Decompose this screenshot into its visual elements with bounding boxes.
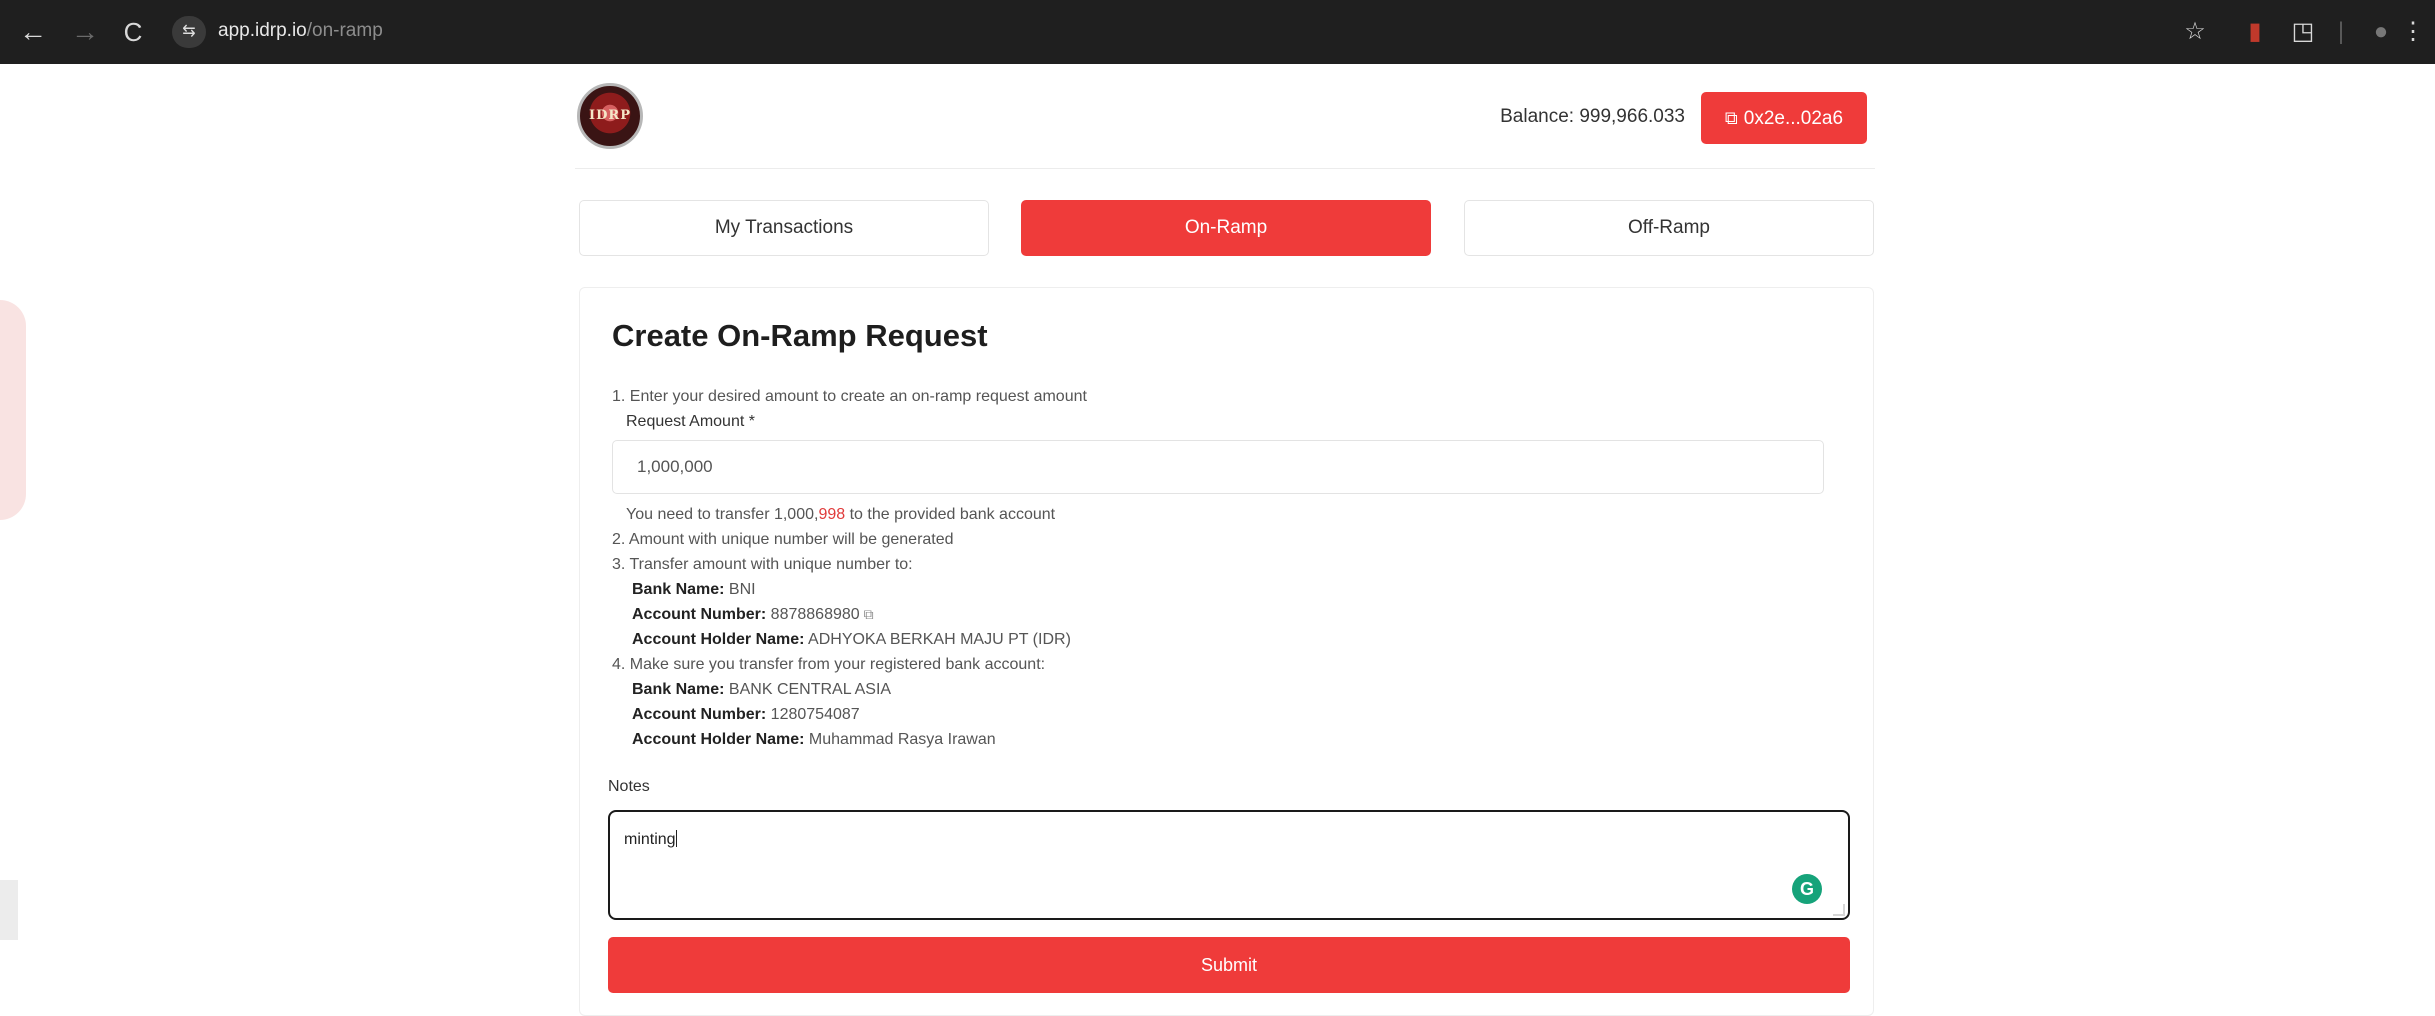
profile-icon[interactable]: ● bbox=[2366, 12, 2396, 52]
src-bank-value: BANK CENTRAL ASIA bbox=[724, 681, 892, 698]
toolbar-divider: | bbox=[2337, 18, 2345, 45]
page-title: Create On-Ramp Request bbox=[612, 318, 988, 353]
dest-account-value: 8878868980 bbox=[766, 606, 860, 623]
transfer-note-prefix: You need to transfer 1,000, bbox=[626, 506, 819, 523]
unique-number: 998 bbox=[818, 506, 846, 523]
address-bar[interactable]: ⇆ app.idrp.io/on-ramp bbox=[172, 14, 2172, 50]
dest-bank-label: Bank Name: bbox=[632, 581, 725, 598]
dest-account-holder: Account Holder Name: ADHYOKA BERKAH MAJU… bbox=[632, 631, 1071, 649]
resize-handle-icon[interactable] bbox=[1833, 904, 1845, 916]
step-1-text: 1. Enter your desired amount to create a… bbox=[612, 388, 1087, 405]
notes-value: minting bbox=[624, 831, 676, 848]
dest-bank-name: Bank Name: BNI bbox=[632, 581, 756, 599]
menu-icon[interactable]: ⋮ bbox=[2400, 12, 2426, 52]
balance-label: Balance: 999,966.033 bbox=[1500, 106, 1685, 127]
dest-account-label: Account Number: bbox=[632, 606, 767, 623]
copy-icon[interactable]: ⧉ bbox=[864, 606, 874, 622]
src-holder-label: Account Holder Name: bbox=[632, 731, 805, 748]
src-holder-value: Muhammad Rasya Irawan bbox=[804, 731, 996, 748]
dest-holder-label: Account Holder Name: bbox=[632, 631, 805, 648]
notes-label: Notes bbox=[608, 778, 650, 795]
wallet-address: 0x2e...02a6 bbox=[1743, 108, 1844, 129]
request-amount-label: Request Amount * bbox=[626, 413, 755, 430]
browser-toolbar: ← → C ⇆ app.idrp.io/on-ramp ☆ ▮ ◳ | ● ⋮ bbox=[0, 0, 2435, 64]
forward-icon[interactable]: → bbox=[70, 12, 100, 52]
back-icon[interactable]: ← bbox=[18, 12, 48, 52]
wallet-icon: ⧉ bbox=[1724, 108, 1738, 128]
extensions-puzzle-icon[interactable]: ◳ bbox=[2288, 12, 2318, 52]
src-account-value: 1280754087 bbox=[766, 706, 860, 723]
src-account-number: Account Number: 1280754087 bbox=[632, 706, 860, 724]
text-caret bbox=[675, 830, 677, 847]
step-2-text: 2. Amount with unique number will be gen… bbox=[612, 531, 954, 548]
app-header: IDRP Balance: 999,966.033 ⧉ 0x2e...02a6 bbox=[575, 70, 1875, 169]
request-amount-input[interactable]: 1,000,000 bbox=[612, 440, 1824, 494]
tab-on-ramp[interactable]: On-Ramp bbox=[1021, 200, 1431, 256]
tab-off-ramp[interactable]: Off-Ramp bbox=[1464, 200, 1874, 256]
url-text[interactable]: app.idrp.io/on-ramp bbox=[218, 20, 383, 42]
dest-account-number: Account Number: 8878868980 ⧉ bbox=[632, 606, 874, 624]
reload-icon[interactable]: C bbox=[118, 12, 148, 52]
url-host: app.idrp.io bbox=[218, 20, 307, 41]
wallet-button[interactable]: ⧉ 0x2e...02a6 bbox=[1701, 92, 1867, 144]
url-path: /on-ramp bbox=[306, 20, 383, 41]
decorative-shape bbox=[0, 880, 18, 940]
src-bank-label: Bank Name: bbox=[632, 681, 725, 698]
tab-my-transactions[interactable]: My Transactions bbox=[579, 200, 989, 256]
step-4-text: 4. Make sure you transfer from your regi… bbox=[612, 656, 1046, 673]
step-3-text: 3. Transfer amount with unique number to… bbox=[612, 556, 913, 573]
src-bank-name: Bank Name: BANK CENTRAL ASIA bbox=[632, 681, 891, 699]
dest-bank-value: BNI bbox=[724, 581, 756, 598]
grammarly-icon[interactable]: G bbox=[1792, 874, 1822, 904]
transfer-note: You need to transfer 1,000,998 to the pr… bbox=[626, 506, 1055, 524]
bookmark-star-icon[interactable]: ☆ bbox=[2180, 12, 2210, 52]
extension-icon[interactable]: ▮ bbox=[2240, 12, 2270, 52]
src-account-holder: Account Holder Name: Muhammad Rasya Iraw… bbox=[632, 731, 996, 749]
src-account-label: Account Number: bbox=[632, 706, 767, 723]
on-ramp-form-card: Create On-Ramp Request 1. Enter your des… bbox=[579, 287, 1874, 1016]
logo-text: IDRP bbox=[589, 108, 631, 123]
transfer-note-suffix: to the provided bank account bbox=[845, 506, 1056, 523]
dest-holder-value: ADHYOKA BERKAH MAJU PT (IDR) bbox=[804, 631, 1071, 648]
notes-textarea[interactable]: minting G bbox=[608, 810, 1850, 920]
site-info-icon[interactable]: ⇆ bbox=[172, 16, 206, 48]
decorative-shape bbox=[0, 300, 26, 520]
logo[interactable]: IDRP bbox=[577, 83, 643, 149]
submit-button[interactable]: Submit bbox=[608, 937, 1850, 993]
